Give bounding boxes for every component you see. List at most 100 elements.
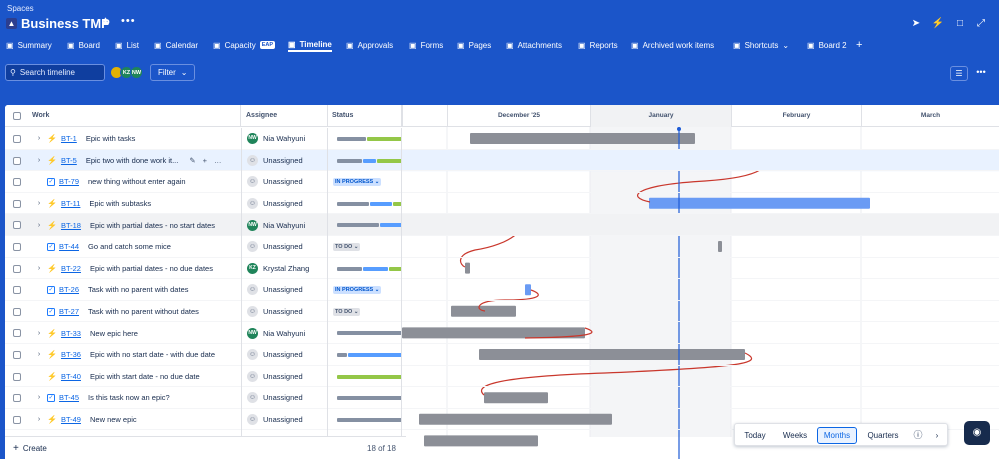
more-actions-icon[interactable]: ••• [121, 15, 136, 27]
row-checkbox[interactable] [13, 199, 21, 208]
tab-board[interactable]: ▣ Board [67, 38, 100, 52]
status-lozenge[interactable]: IN PROGRESS ⌄ [333, 177, 382, 186]
chevron-right-icon[interactable]: › [35, 157, 43, 164]
share-icon[interactable]: ➤ [909, 17, 923, 31]
timeline-bar[interactable] [424, 435, 538, 447]
row-checkbox[interactable] [13, 135, 21, 143]
row-checkbox[interactable] [13, 329, 21, 338]
chevron-right-icon[interactable]: › [35, 416, 43, 423]
edit-icon[interactable]: ✎ [189, 156, 195, 165]
table-row[interactable]: › ⚡ BT-33 New epic here NW Nia Wahyuni [5, 322, 999, 344]
search-input[interactable]: ⚲ Search timeline [5, 64, 105, 81]
assignee-cell[interactable]: ☺ Unassigned [247, 279, 329, 301]
zoom-months-button[interactable]: Months [817, 427, 857, 444]
help-icon[interactable]: ◉ [964, 421, 990, 445]
issue-key-link[interactable]: BT-44 [59, 242, 79, 251]
table-row[interactable]: › ⚡ BT-11 Epic with subtasks ☺ Unassigned [5, 193, 999, 215]
table-row[interactable]: › ⚡ BT-36 Epic with no start date - with du… [5, 344, 999, 366]
assignee-cell[interactable]: ☺ Unassigned [247, 171, 329, 193]
row-checkbox[interactable] [13, 394, 21, 403]
assignee-cell[interactable]: ☺ Unassigned [247, 150, 329, 172]
issue-key-link[interactable]: BT-5 [61, 156, 77, 165]
issue-summary[interactable]: Epic with no start date - with due date [90, 350, 215, 359]
issue-key-link[interactable]: BT-45 [59, 393, 79, 402]
status-cell[interactable]: IN PROGRESS ⌄ [333, 279, 382, 301]
table-row[interactable]: › ✓ BT-45 Is this task now an epic? ☺ Unassig… [5, 387, 999, 409]
tab-capacity[interactable]: ▣ Capacity EAP [213, 38, 275, 52]
zoom-quarters-button[interactable]: Quarters [861, 427, 905, 444]
issue-key-link[interactable]: BT-11 [61, 199, 80, 208]
row-checkbox[interactable] [13, 286, 21, 295]
chevron-right-icon[interactable]: › [35, 351, 43, 358]
table-row[interactable]: ✓ BT-26 Task with no parent with dates ☺ Una… [5, 279, 999, 301]
status-cell[interactable]: IN PROGRESS ⌄ [333, 171, 382, 193]
issue-summary[interactable]: Epic two with done work it... [86, 156, 179, 165]
issue-key-link[interactable]: BT-36 [61, 350, 81, 359]
status-lozenge[interactable]: TO DO ⌄ [333, 307, 361, 316]
tab-summary[interactable]: ▣ Summary [6, 38, 52, 52]
assignee-cell[interactable]: KZ Krystal Zhang [247, 258, 329, 280]
status-lozenge[interactable]: IN PROGRESS ⌄ [333, 285, 382, 294]
table-row[interactable]: ✓ BT-79 new thing without enter again ☺ Unas… [5, 171, 999, 193]
assignee-cell[interactable]: ☺ Unassigned [247, 344, 329, 366]
assignee-cell[interactable]: NW Nia Wahyuni [247, 214, 329, 236]
assignee-cell[interactable]: ☺ Unassigned [247, 236, 329, 258]
issue-summary[interactable]: Epic with partial dates - no due dates [90, 264, 213, 273]
table-row[interactable]: › ⚡ BT-1 Epic with tasks NW Nia Wahyuni [5, 128, 999, 150]
row-checkbox[interactable] [13, 243, 21, 251]
table-row[interactable]: › ⚡ BT-18 Epic with partial dates - no star… [5, 214, 999, 236]
issue-summary[interactable]: New new epic [90, 415, 137, 424]
chevron-right-icon[interactable]: › [35, 200, 43, 207]
row-checkbox[interactable] [13, 221, 21, 230]
assignee-cell[interactable]: ☺ Unassigned [247, 387, 329, 409]
issue-key-link[interactable]: BT-49 [61, 415, 81, 424]
filter-button[interactable]: Filter ⌄ [150, 64, 196, 81]
feedback-icon[interactable]: □ [953, 17, 967, 31]
view-settings-icon[interactable]: ☰ [950, 66, 968, 81]
assignee-cell[interactable]: ☺ Unassigned [247, 301, 329, 323]
issue-summary[interactable]: Epic with tasks [86, 134, 136, 143]
chevron-right-icon[interactable]: › [931, 427, 943, 444]
assignee-cell[interactable]: NW Nia Wahyuni [247, 128, 329, 150]
row-checkbox[interactable] [13, 372, 21, 381]
row-checkbox[interactable] [13, 415, 21, 424]
issue-summary[interactable]: Task with no parent with dates [88, 285, 188, 294]
assignee-cell[interactable]: ☺ Unassigned [247, 366, 329, 388]
chevron-right-icon[interactable]: › [35, 222, 43, 229]
table-row[interactable]: ⚡ BT-40 Epic with start date - no due date… [5, 366, 999, 388]
issue-key-link[interactable]: BT-27 [59, 307, 79, 316]
chevron-right-icon[interactable]: › [35, 394, 43, 401]
zoom-weeks-button[interactable]: Weeks [775, 427, 815, 444]
more-actions-icon[interactable]: … [214, 156, 222, 165]
tab-calendar[interactable]: ▣ Calendar [154, 38, 198, 52]
create-button[interactable]: + Create [13, 443, 47, 454]
status-cell[interactable]: TO DO ⌄ [333, 236, 361, 258]
issue-summary[interactable]: Task with no parent without dates [88, 307, 199, 316]
tab-attachments[interactable]: ▣ Attachments [506, 38, 562, 52]
today-button[interactable]: Today [739, 427, 771, 444]
add-child-icon[interactable]: + [203, 156, 207, 165]
breadcrumb-spaces[interactable]: Spaces [7, 4, 34, 13]
avatar[interactable]: NW [130, 66, 143, 79]
people-icon[interactable]: ♟ [101, 17, 110, 28]
issue-summary[interactable]: Is this task now an epic? [88, 393, 170, 402]
tab-board-2[interactable]: ▣ Board 2 [807, 38, 847, 52]
assignee-cell[interactable]: ☺ Unassigned [247, 409, 329, 431]
issue-summary[interactable]: new thing without enter again [88, 177, 186, 186]
tab-reports[interactable]: ▣ Reports [578, 38, 618, 52]
assignee-cell[interactable]: ☺ Unassigned [247, 193, 329, 215]
issue-summary[interactable]: Go and catch some mice [88, 242, 171, 251]
more-actions-icon[interactable]: ••• [972, 66, 990, 81]
row-checkbox[interactable] [13, 307, 21, 316]
page-title[interactable]: Business TMP [21, 16, 110, 31]
issue-key-link[interactable]: BT-1 [61, 134, 77, 143]
issue-key-link[interactable]: BT-79 [59, 177, 79, 186]
table-row[interactable]: ✓ BT-44 Go and catch some mice ☺ Unassigned T… [5, 236, 999, 258]
row-checkbox[interactable] [13, 351, 21, 359]
issue-summary[interactable]: Epic with start date - no due date [90, 372, 200, 381]
row-checkbox[interactable] [13, 178, 21, 187]
assignee-cell[interactable]: NW Nia Wahyuni [247, 322, 329, 344]
chevron-right-icon[interactable]: › [35, 265, 43, 272]
issue-summary[interactable]: Epic with partial dates - no start dates [90, 221, 215, 230]
issue-key-link[interactable]: BT-22 [61, 264, 81, 273]
